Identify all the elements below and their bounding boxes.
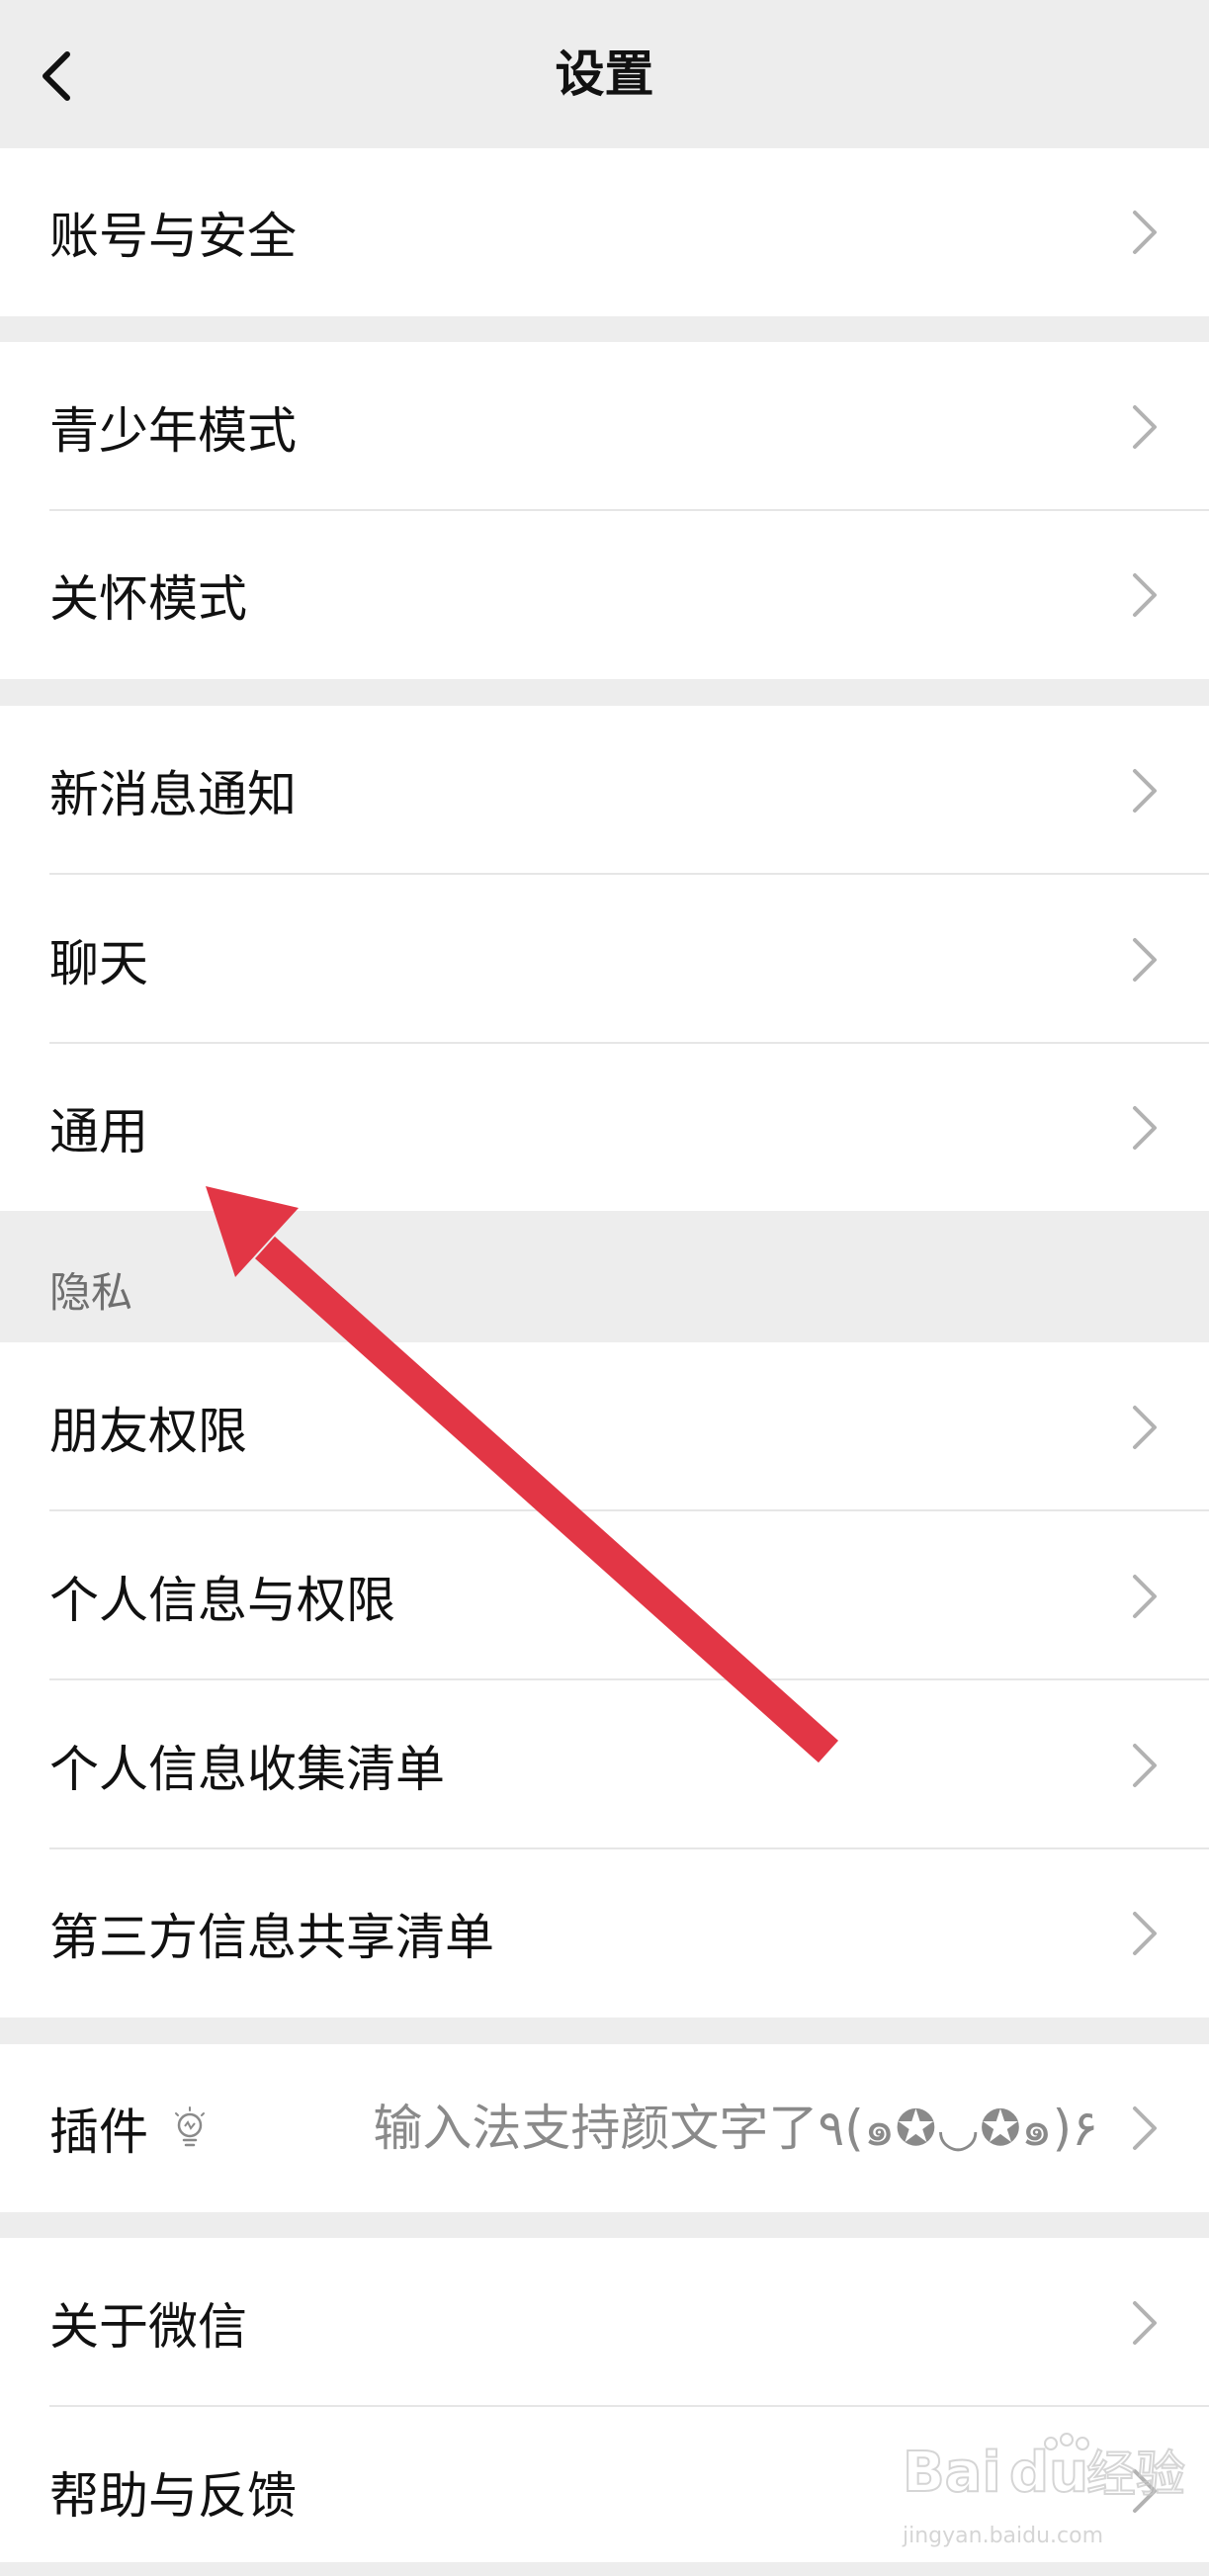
- settings-item-label: 关于微信: [49, 2297, 247, 2356]
- settings-item-third-party-sharing-list[interactable]: 第三方信息共享清单: [0, 1849, 1209, 2018]
- chevron-right-icon: [1130, 207, 1160, 258]
- settings-item-label: 第三方信息共享清单: [49, 1909, 494, 1966]
- settings-item-label: 聊天: [49, 934, 148, 992]
- settings-item-personal-info-collection-list[interactable]: 个人信息收集清单: [0, 1680, 1209, 1849]
- chevron-right-icon: [1130, 765, 1160, 816]
- chevron-right-icon: [1130, 569, 1160, 621]
- chevron-right-icon: [1130, 401, 1160, 453]
- chevron-right-icon: [1130, 2465, 1160, 2517]
- settings-item-label: 通用: [49, 1102, 148, 1160]
- settings-item-care-mode[interactable]: 关怀模式: [0, 511, 1209, 679]
- settings-item-help-feedback[interactable]: 帮助与反馈: [0, 2407, 1209, 2562]
- chevron-right-icon: [1130, 1740, 1160, 1791]
- section-header-privacy: 隐私: [0, 1211, 1209, 1342]
- settings-item-label: 个人信息与权限: [49, 1571, 395, 1629]
- settings-item-personal-info-permissions[interactable]: 个人信息与权限: [0, 1511, 1209, 1680]
- settings-item-label: 帮助与反馈: [49, 2466, 297, 2525]
- top-navigation-bar: 设置: [0, 0, 1209, 148]
- settings-item-plugins[interactable]: 插件 输入法支持颜文字了٩(๑✪◡✪๑)۶: [0, 2044, 1209, 2212]
- chevron-right-icon: [1130, 934, 1160, 986]
- settings-item-label: 青少年模式: [49, 401, 297, 460]
- settings-item-label: 朋友权限: [49, 1402, 247, 1460]
- section-header-label: 隐私: [49, 1268, 133, 1317]
- plugin-status-text: 输入法支持颜文字了٩(๑✪◡✪๑)۶: [373, 2100, 1098, 2157]
- chevron-right-icon: [1130, 1908, 1160, 1959]
- settings-item-general[interactable]: 通用: [0, 1044, 1209, 1211]
- settings-item-label: 新消息通知: [49, 765, 297, 823]
- chevron-right-icon: [1130, 2297, 1160, 2349]
- chevron-right-icon: [1130, 1402, 1160, 1453]
- settings-item-about-wechat[interactable]: 关于微信: [0, 2238, 1209, 2407]
- settings-item-teen-mode[interactable]: 青少年模式: [0, 342, 1209, 511]
- page-title: 设置: [555, 45, 654, 103]
- chevron-right-icon: [1130, 1102, 1160, 1154]
- settings-item-chat[interactable]: 聊天: [0, 875, 1209, 1044]
- settings-item-label: 插件: [49, 2104, 148, 2161]
- settings-item-label: 个人信息收集清单: [49, 1740, 445, 1798]
- chevron-right-icon: [1130, 2103, 1160, 2154]
- settings-item-label: 账号与安全: [49, 208, 297, 265]
- settings-item-new-message-notifications[interactable]: 新消息通知: [0, 706, 1209, 875]
- settings-item-account-security[interactable]: 账号与安全: [0, 148, 1209, 316]
- lightbulb-icon: [170, 2106, 210, 2150]
- chevron-right-icon: [1130, 1571, 1160, 1622]
- settings-item-label: 关怀模式: [49, 570, 247, 628]
- settings-item-friend-permissions[interactable]: 朋友权限: [0, 1342, 1209, 1511]
